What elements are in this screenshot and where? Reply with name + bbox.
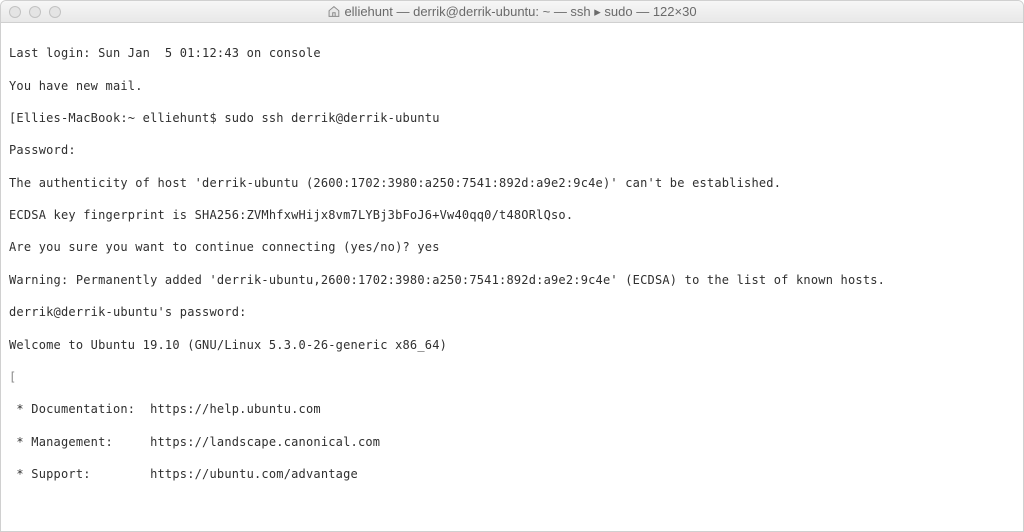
minimize-button[interactable]	[29, 6, 41, 18]
close-button[interactable]	[9, 6, 21, 18]
line-authenticity: The authenticity of host 'derrik-ubuntu …	[9, 175, 1015, 191]
line-bracket: [	[9, 369, 1015, 385]
line-remote-password: derrik@derrik-ubuntu's password:	[9, 304, 1015, 320]
line-fingerprint: ECDSA key fingerprint is SHA256:ZVMhfxwH…	[9, 207, 1015, 223]
window-title: elliehunt — derrik@derrik-ubuntu: ~ — ss…	[327, 4, 696, 20]
line-support: * Support: https://ubuntu.com/advantage	[9, 466, 1015, 482]
line-last-login: Last login: Sun Jan 5 01:12:43 on consol…	[9, 45, 1015, 61]
terminal-window: elliehunt — derrik@derrik-ubuntu: ~ — ss…	[0, 0, 1024, 532]
window-title-text: elliehunt — derrik@derrik-ubuntu: ~ — ss…	[344, 4, 696, 20]
blank-line-1	[9, 498, 1015, 514]
line-mail: You have new mail.	[9, 78, 1015, 94]
line-welcome: Welcome to Ubuntu 19.10 (GNU/Linux 5.3.0…	[9, 337, 1015, 353]
line-mgmt: * Management: https://landscape.canonica…	[9, 434, 1015, 450]
line-doc: * Documentation: https://help.ubuntu.com	[9, 401, 1015, 417]
terminal-output[interactable]: Last login: Sun Jan 5 01:12:43 on consol…	[1, 23, 1023, 531]
line-continue: Are you sure you want to continue connec…	[9, 239, 1015, 255]
line-local-prompt: [Ellies-MacBook:~ elliehunt$ sudo ssh de…	[9, 110, 1015, 126]
local-command: sudo ssh derrik@derrik-ubuntu	[224, 111, 439, 125]
local-prompt-text: [Ellies-MacBook:~ elliehunt$	[9, 111, 224, 125]
window-controls	[9, 6, 61, 18]
line-warning: Warning: Permanently added 'derrik-ubunt…	[9, 272, 1015, 288]
line-password: Password:	[9, 142, 1015, 158]
home-icon	[327, 5, 340, 18]
titlebar[interactable]: elliehunt — derrik@derrik-ubuntu: ~ — ss…	[1, 1, 1023, 23]
maximize-button[interactable]	[49, 6, 61, 18]
